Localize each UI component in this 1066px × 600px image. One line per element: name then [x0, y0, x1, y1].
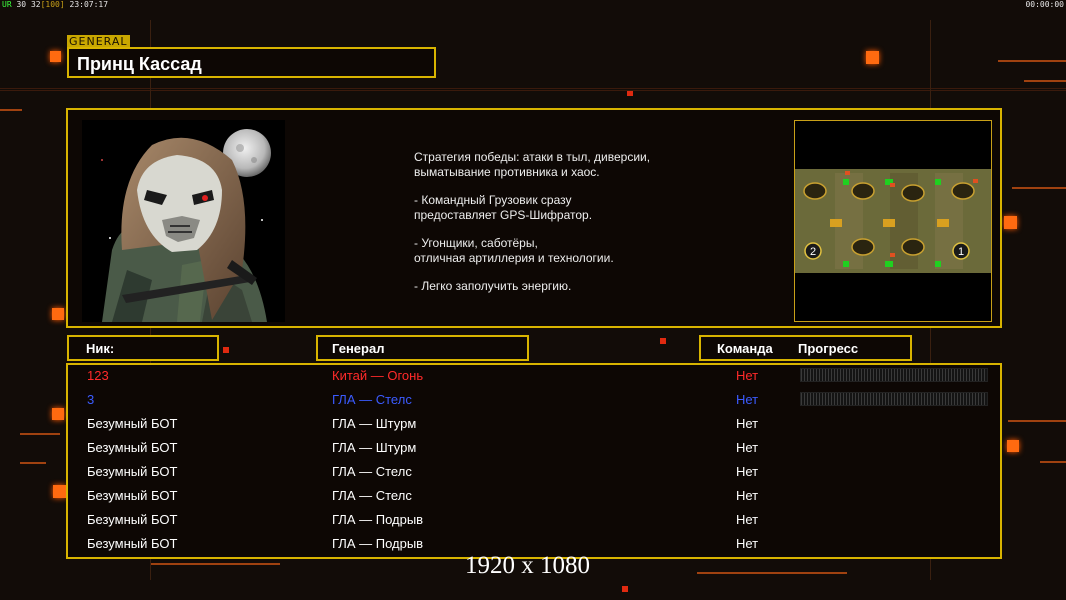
player-general[interactable]: ГЛА — Стелс: [332, 392, 412, 407]
header-general: Генерал: [316, 335, 529, 361]
decor-line: [0, 109, 22, 111]
top-status-bar: UR 30 32[100] 23:07:17 00:00:00: [0, 0, 1066, 9]
ur-label: UR: [2, 0, 12, 9]
header-general-label: Генерал: [332, 341, 385, 356]
general-portrait: [82, 120, 285, 322]
player-row[interactable]: Безумный БОТ ГЛА — Стелс Нет: [68, 486, 1000, 510]
general-title-box: Принц Кассад: [67, 47, 436, 78]
player-general[interactable]: ГЛА — Подрыв: [332, 536, 423, 551]
general-name: Принц Кассад: [77, 54, 202, 74]
description-point: - Угонщики, саботёры, отличная артиллери…: [414, 236, 614, 265]
frame-value: 32: [30, 0, 41, 9]
decor-square: [52, 308, 64, 320]
player-list: 123 Китай — Огонь Нет 3 ГЛА — Стелс Нет Безумн…: [66, 363, 1002, 559]
spawn-marker: 2: [804, 242, 822, 260]
svg-text:1: 1: [958, 246, 964, 258]
decor-line: [0, 90, 1066, 91]
player-general[interactable]: Китай — Огонь: [332, 368, 423, 383]
decor-line: [1024, 80, 1066, 82]
player-nick: 3: [87, 392, 95, 407]
player-nick: Безумный БОТ: [87, 512, 178, 527]
player-nick: 123: [87, 368, 109, 383]
fps-value: 30: [16, 0, 27, 9]
player-row[interactable]: Безумный БОТ ГЛА — Стелс Нет: [68, 462, 1000, 486]
decor-square: [1007, 440, 1019, 452]
player-nick: Безумный БОТ: [87, 536, 178, 551]
decor-line: [150, 563, 280, 565]
player-general[interactable]: ГЛА — Штурм: [332, 416, 416, 431]
clock-value: 23:07:17: [69, 0, 109, 9]
decor-line: [697, 572, 847, 574]
player-nick: Безумный БОТ: [87, 416, 178, 431]
progress-bar: [800, 392, 988, 406]
fps-readout: UR 30 32[100] 23:07:17: [2, 0, 108, 9]
decor-square: [223, 347, 229, 353]
player-row[interactable]: 3 ГЛА — Стелс Нет: [68, 390, 1000, 414]
player-nick: Безумный БОТ: [87, 440, 178, 455]
map-preview: 2 1: [794, 120, 992, 322]
decor-line: [998, 60, 1066, 62]
player-general[interactable]: ГЛА — Штурм: [332, 440, 416, 455]
decor-square: [622, 586, 628, 592]
player-team[interactable]: Нет: [736, 368, 758, 383]
limit-value: [100]: [40, 0, 65, 9]
header-team-label: Команда: [717, 341, 773, 356]
decor-line: [1012, 187, 1066, 189]
player-general[interactable]: ГЛА — Стелс: [332, 488, 412, 503]
decor-line: [1040, 461, 1066, 463]
svg-text:2: 2: [810, 246, 816, 258]
header-nick-label: Ник:: [86, 341, 115, 356]
decor-square: [50, 51, 61, 62]
description-strategy: Стратегия победы: атаки в тыл, диверсии,…: [414, 150, 651, 179]
player-general[interactable]: ГЛА — Подрыв: [332, 512, 423, 527]
player-nick: Безумный БОТ: [87, 488, 178, 503]
decor-square: [660, 338, 666, 344]
spawn-marker: 1: [952, 242, 970, 260]
game-timer: 00:00:00: [1025, 0, 1064, 9]
description-point: - Командный Грузовик сразу предоставляет…: [414, 193, 593, 222]
player-row[interactable]: Безумный БОТ ГЛА — Штурм Нет: [68, 414, 1000, 438]
player-general[interactable]: ГЛА — Стелс: [332, 464, 412, 479]
player-team[interactable]: Нет: [736, 536, 758, 551]
header-nick: Ник:: [67, 335, 219, 361]
decor-line: [0, 88, 1066, 89]
player-team[interactable]: Нет: [736, 440, 758, 455]
player-team[interactable]: Нет: [736, 416, 758, 431]
header-progress-label: Прогресс: [798, 341, 859, 356]
decor-line: [1008, 420, 1066, 422]
description-point: - Легко заполучить энергию.: [414, 279, 572, 293]
decor-square: [1004, 216, 1017, 229]
player-row[interactable]: Безумный БОТ ГЛА — Подрыв Нет: [68, 510, 1000, 534]
decor-square: [866, 51, 879, 64]
decor-square: [53, 485, 66, 498]
resolution-label: 1920 x 1080: [465, 552, 590, 579]
header-team-progress: Команда Прогресс: [699, 335, 912, 361]
player-row[interactable]: 123 Китай — Огонь Нет: [68, 366, 1000, 390]
general-description: Стратегия победы: атаки в тыл, диверсии,…: [414, 150, 744, 307]
player-team[interactable]: Нет: [736, 464, 758, 479]
general-info-panel: Стратегия победы: атаки в тыл, диверсии,…: [66, 108, 1002, 328]
decor-line: [20, 433, 60, 435]
player-nick: Безумный БОТ: [87, 464, 178, 479]
player-team[interactable]: Нет: [736, 488, 758, 503]
player-team[interactable]: Нет: [736, 392, 758, 407]
player-row[interactable]: Безумный БОТ ГЛА — Штурм Нет: [68, 438, 1000, 462]
decor-line: [20, 462, 46, 464]
progress-bar: [800, 368, 988, 382]
decor-square: [52, 408, 64, 420]
player-team[interactable]: Нет: [736, 512, 758, 527]
